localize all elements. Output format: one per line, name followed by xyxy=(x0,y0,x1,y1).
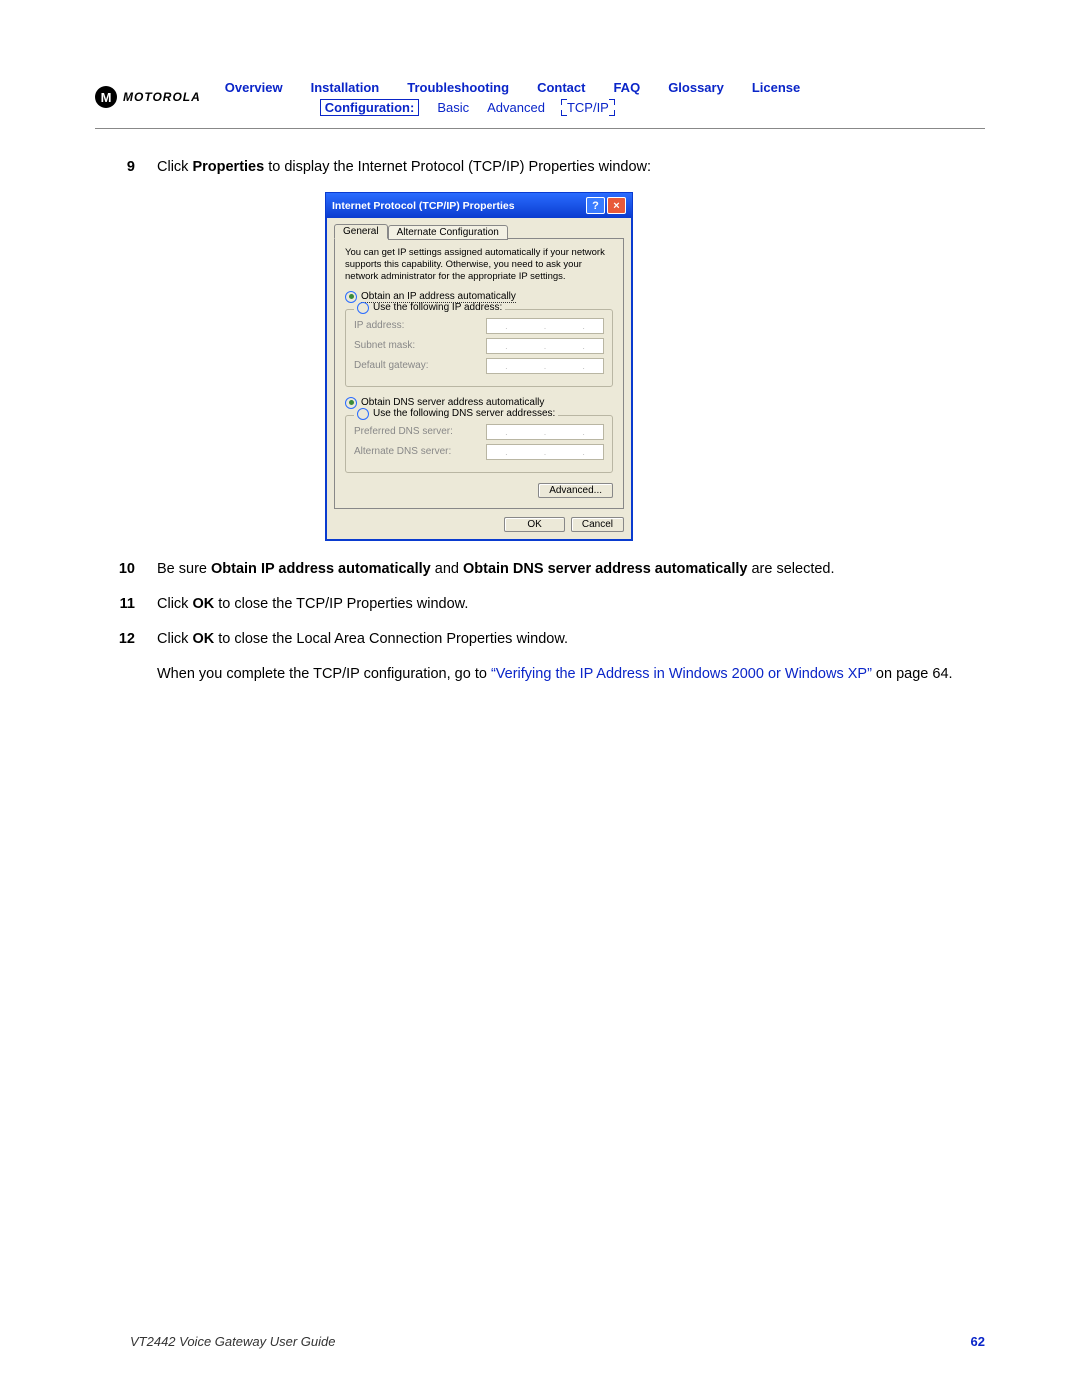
footer-page-number: 62 xyxy=(971,1334,985,1349)
nav-installation[interactable]: Installation xyxy=(311,80,380,95)
subnav-tcpip-label: TCP/IP xyxy=(567,100,609,115)
brand-logo: M MOTOROLA xyxy=(95,80,201,108)
nav-glossary[interactable]: Glossary xyxy=(668,80,724,95)
preferred-dns-input[interactable]: ... xyxy=(486,424,604,440)
radio-label: Obtain DNS server address automatically xyxy=(361,397,544,408)
motorola-batwing-icon: M xyxy=(95,86,117,108)
cancel-button[interactable]: Cancel xyxy=(571,517,624,532)
step-number: 11 xyxy=(113,594,135,615)
dialog-tabs: General Alternate Configuration xyxy=(334,224,624,239)
step-text: Click OK to close the Local Area Connect… xyxy=(157,629,568,650)
step-number: 12 xyxy=(113,629,135,650)
header-rule xyxy=(95,128,985,129)
tcpip-properties-dialog: Internet Protocol (TCP/IP) Properties ? … xyxy=(325,192,633,541)
configuration-label: Configuration: xyxy=(320,99,420,116)
field-label: Preferred DNS server: xyxy=(354,426,453,437)
row-ip-address: IP address: ... xyxy=(354,318,604,334)
dialog-body: General Alternate Configuration You can … xyxy=(326,218,632,540)
radio-use-following-ip[interactable]: Use the following IP address: xyxy=(354,302,505,314)
step-text: Click Properties to display the Internet… xyxy=(157,157,651,178)
nav-license[interactable]: License xyxy=(752,80,800,95)
field-label: Alternate DNS server: xyxy=(354,446,451,457)
row-default-gateway: Default gateway: ... xyxy=(354,358,604,374)
tab-general[interactable]: General xyxy=(334,224,388,239)
help-icon[interactable]: ? xyxy=(586,197,605,214)
row-alternate-dns: Alternate DNS server: ... xyxy=(354,444,604,460)
page-header: M MOTOROLA Overview Installation Trouble… xyxy=(95,80,985,116)
verify-ip-link[interactable]: “Verifying the IP Address in Windows 200… xyxy=(491,666,872,682)
sub-nav: Configuration: Basic Advanced TCP/IP xyxy=(320,99,985,116)
dialog-button-row: OK Cancel xyxy=(334,517,624,532)
tab-alternate-configuration[interactable]: Alternate Configuration xyxy=(388,225,508,240)
subnav-advanced[interactable]: Advanced xyxy=(487,100,545,115)
group-use-following-dns: Use the following DNS server addresses: … xyxy=(345,415,613,473)
radio-obtain-ip-auto[interactable]: Obtain an IP address automatically xyxy=(345,291,613,303)
radio-icon xyxy=(357,408,369,420)
nav-faq[interactable]: FAQ xyxy=(613,80,640,95)
nav-block: Overview Installation Troubleshooting Co… xyxy=(215,80,985,116)
step-number: 9 xyxy=(113,157,135,178)
row-preferred-dns: Preferred DNS server: ... xyxy=(354,424,604,440)
group-use-following-ip: Use the following IP address: IP address… xyxy=(345,309,613,387)
step-text: Be sure Obtain IP address automatically … xyxy=(157,559,835,580)
nav-contact[interactable]: Contact xyxy=(537,80,585,95)
step-text: Click OK to close the TCP/IP Properties … xyxy=(157,594,468,615)
step-9: 9 Click Properties to display the Intern… xyxy=(95,157,985,178)
radio-obtain-dns-auto[interactable]: Obtain DNS server address automatically xyxy=(345,397,613,409)
radio-label: Use the following DNS server addresses: xyxy=(373,408,555,419)
field-label: Default gateway: xyxy=(354,360,429,371)
nav-troubleshooting[interactable]: Troubleshooting xyxy=(407,80,509,95)
radio-icon xyxy=(345,291,357,303)
radio-label: Use the following IP address: xyxy=(373,302,502,313)
radio-icon xyxy=(357,302,369,314)
titlebar-buttons: ? × xyxy=(586,197,626,214)
dialog-description: You can get IP settings assigned automat… xyxy=(345,247,613,283)
page-footer: VT2442 Voice Gateway User Guide 62 xyxy=(130,1334,985,1349)
footer-doc-title: VT2442 Voice Gateway User Guide xyxy=(130,1334,335,1349)
row-subnet-mask: Subnet mask: ... xyxy=(354,338,604,354)
subnet-mask-input[interactable]: ... xyxy=(486,338,604,354)
step-12: 12 Click OK to close the Local Area Conn… xyxy=(95,629,985,650)
subnav-basic[interactable]: Basic xyxy=(437,100,469,115)
radio-label: Obtain an IP address automatically xyxy=(361,291,516,303)
ip-address-input[interactable]: ... xyxy=(486,318,604,334)
top-nav: Overview Installation Troubleshooting Co… xyxy=(225,80,985,95)
advanced-button[interactable]: Advanced... xyxy=(538,483,613,498)
close-icon[interactable]: × xyxy=(607,197,626,214)
step-10: 10 Be sure Obtain IP address automatical… xyxy=(95,559,985,580)
default-gateway-input[interactable]: ... xyxy=(486,358,604,374)
page: M MOTOROLA Overview Installation Trouble… xyxy=(0,0,1080,1397)
subnav-tcpip[interactable]: TCP/IP xyxy=(563,100,613,115)
ok-button[interactable]: OK xyxy=(504,517,564,532)
step-11: 11 Click OK to close the TCP/IP Properti… xyxy=(95,594,985,615)
step-number: 10 xyxy=(113,559,135,580)
tab-panel-general: You can get IP settings assigned automat… xyxy=(334,238,624,509)
brand-name: MOTOROLA xyxy=(123,90,201,104)
field-label: IP address: xyxy=(354,320,404,331)
radio-icon xyxy=(345,397,357,409)
field-label: Subnet mask: xyxy=(354,340,415,351)
nav-overview[interactable]: Overview xyxy=(225,80,283,95)
dialog-title-text: Internet Protocol (TCP/IP) Properties xyxy=(332,200,515,212)
radio-use-following-dns[interactable]: Use the following DNS server addresses: xyxy=(354,408,558,420)
dialog-titlebar: Internet Protocol (TCP/IP) Properties ? … xyxy=(326,193,632,218)
advanced-row: Advanced... xyxy=(345,483,613,498)
alternate-dns-input[interactable]: ... xyxy=(486,444,604,460)
closing-paragraph: When you complete the TCP/IP configurati… xyxy=(95,664,985,685)
